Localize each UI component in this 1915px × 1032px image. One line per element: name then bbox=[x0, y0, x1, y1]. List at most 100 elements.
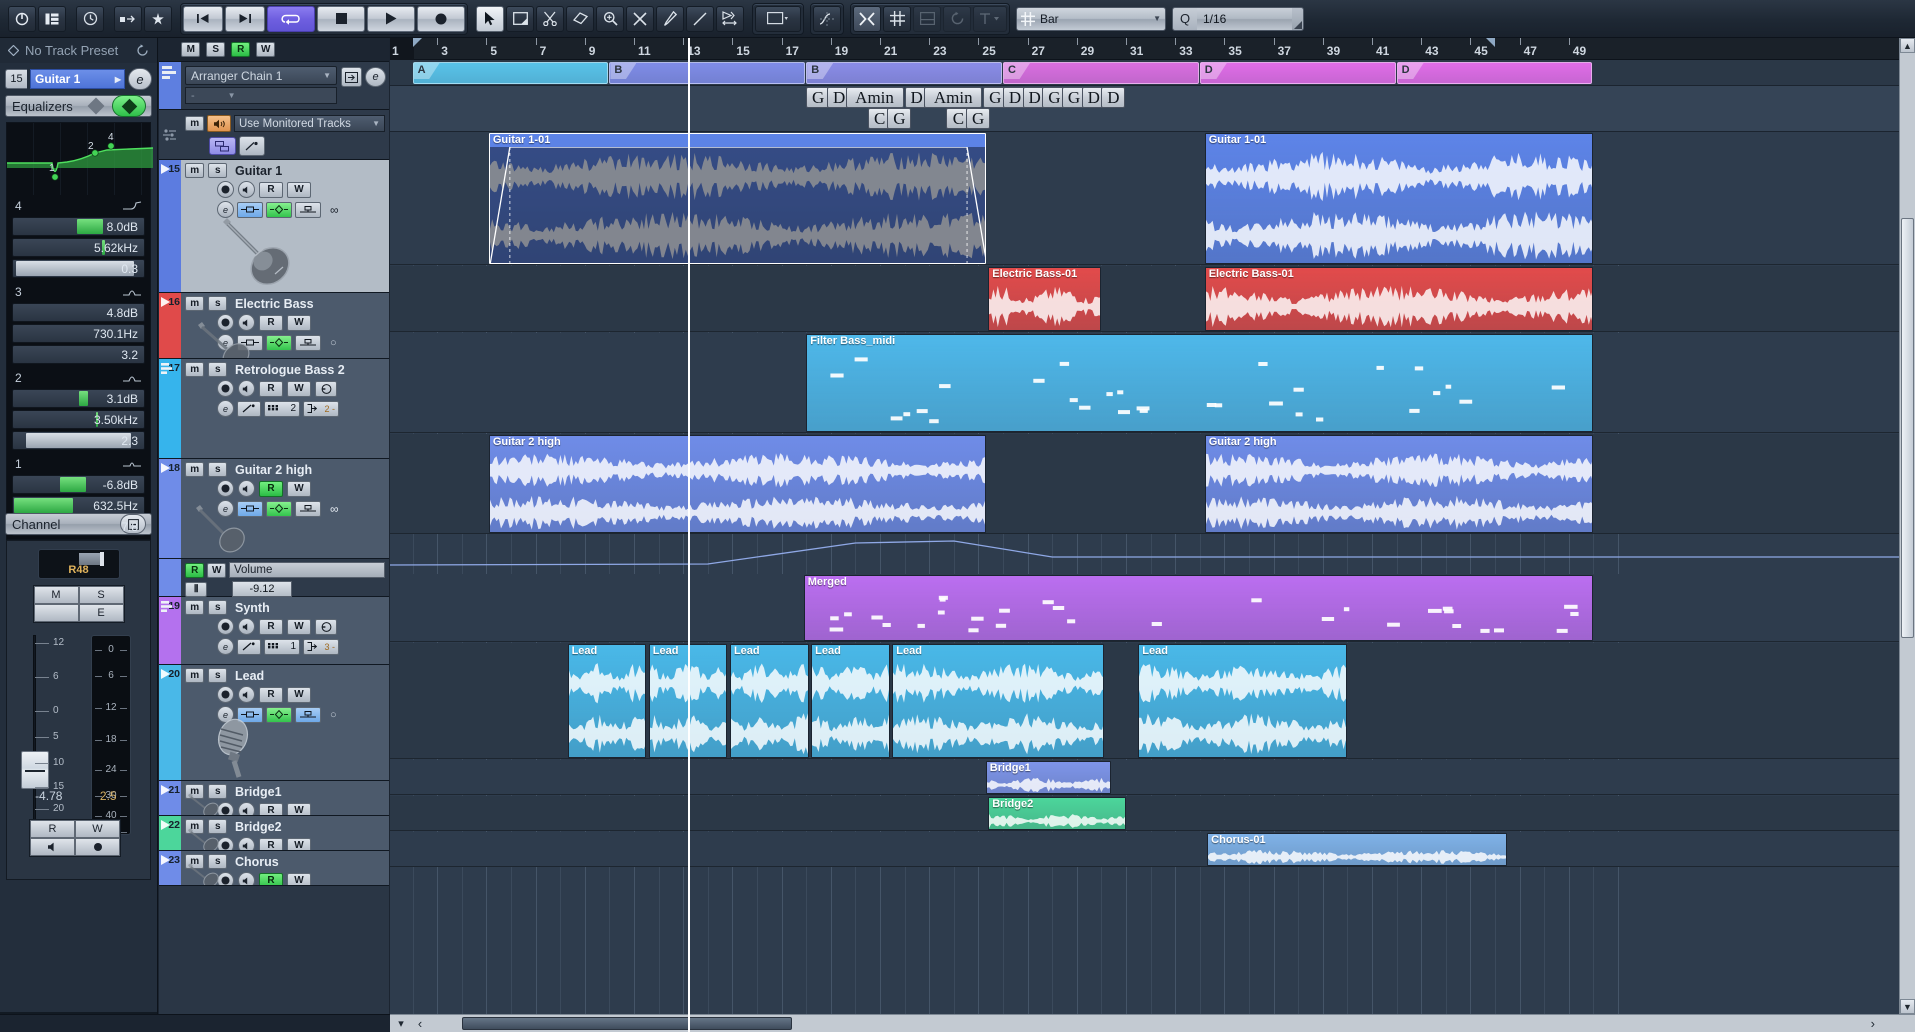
clip-audio[interactable]: Guitar 2 high bbox=[489, 435, 986, 533]
automation-lane-volume[interactable]: R W Volume ⦀ -9.12 bbox=[159, 559, 389, 597]
eq-freq-slider[interactable]: 3.50kHz bbox=[12, 410, 145, 429]
track-read-button[interactable]: R bbox=[259, 481, 283, 497]
track-write-button[interactable]: W bbox=[287, 481, 311, 497]
global-mute-button[interactable]: M bbox=[181, 42, 200, 57]
track-mute-button[interactable]: m bbox=[185, 462, 204, 477]
track-color-strip[interactable]: 17 bbox=[159, 359, 181, 458]
monitor-icon[interactable] bbox=[238, 802, 255, 816]
track-mute-button[interactable]: m bbox=[185, 362, 204, 377]
inserts-icon[interactable] bbox=[237, 707, 263, 723]
eq-gain-slider[interactable]: 3.1dB bbox=[12, 389, 145, 408]
inspector-edit-button[interactable]: e bbox=[128, 68, 152, 90]
inserts-icon[interactable] bbox=[237, 501, 263, 517]
midi-output-selector[interactable]: 3 - bbox=[303, 639, 339, 655]
track-read-button[interactable]: R bbox=[259, 873, 283, 887]
stop-button[interactable] bbox=[317, 6, 365, 32]
autoscroll-icon[interactable] bbox=[813, 6, 841, 32]
track-zoom-menu-icon[interactable]: ▾ bbox=[390, 1017, 412, 1030]
monitor-source-select[interactable]: Use Monitored Tracks ▼ bbox=[234, 115, 385, 132]
record-enable-icon[interactable] bbox=[217, 314, 234, 331]
track-write-button[interactable]: W bbox=[287, 619, 311, 635]
track-mute-button[interactable]: m bbox=[185, 296, 204, 311]
channel-blank-button[interactable] bbox=[34, 604, 79, 622]
track-write-button[interactable]: W bbox=[287, 687, 311, 703]
channel-edit-button[interactable]: E bbox=[79, 604, 124, 622]
split-scissors-tool[interactable] bbox=[536, 6, 564, 32]
automation-read-button[interactable]: R bbox=[30, 820, 75, 838]
track-color-strip[interactable]: 15 bbox=[159, 160, 181, 292]
glue-tool[interactable] bbox=[566, 6, 594, 32]
track-read-button[interactable]: R bbox=[259, 619, 283, 635]
track-color-strip[interactable]: 21 bbox=[159, 781, 181, 815]
star-icon[interactable] bbox=[144, 6, 172, 32]
track-header-synth[interactable]: 19 m s Synth R W e bbox=[159, 597, 389, 665]
eq-icon[interactable] bbox=[266, 202, 292, 218]
quantize-resize-grip[interactable] bbox=[1292, 8, 1303, 30]
clip-midi[interactable]: Merged bbox=[804, 575, 1594, 641]
arranger-event[interactable]: D bbox=[1200, 62, 1396, 84]
equalizers-section-header[interactable]: Equalizers bbox=[5, 95, 152, 117]
eq-gain-slider[interactable]: 4.8dB bbox=[12, 303, 145, 322]
clip-midi[interactable]: Filter Bass_midi bbox=[806, 334, 1593, 432]
channel-solo-button[interactable]: S bbox=[79, 586, 124, 604]
chord-symbol[interactable]: Amin bbox=[846, 87, 904, 108]
record-enable-icon[interactable] bbox=[217, 872, 234, 886]
range-selection-tool[interactable] bbox=[506, 6, 534, 32]
track-solo-button[interactable]: s bbox=[208, 668, 227, 683]
track-solo-button[interactable]: s bbox=[208, 854, 227, 869]
fade-handles[interactable] bbox=[490, 147, 985, 263]
clip-audio[interactable]: Lead bbox=[811, 644, 890, 758]
chord-symbol[interactable]: D bbox=[1101, 87, 1125, 108]
track-header-electric-bass[interactable]: 16 m s Electric Bass R W e bbox=[159, 293, 389, 359]
arranger-edit-button[interactable]: e bbox=[365, 67, 386, 87]
clip-audio[interactable]: Guitar 1-01 bbox=[489, 133, 986, 264]
reset-icon[interactable] bbox=[136, 44, 149, 57]
horizontal-scroll-thumb[interactable] bbox=[462, 1017, 792, 1030]
high-shelf-icon[interactable] bbox=[122, 200, 142, 212]
channel-mute-button[interactable]: M bbox=[34, 586, 79, 604]
track-read-button[interactable]: R bbox=[259, 687, 283, 703]
eq-curve-display[interactable]: 1 2 4 bbox=[7, 123, 150, 195]
track-header-chorus[interactable]: 23 m s Chorus R W bbox=[159, 851, 389, 886]
color-menu[interactable] bbox=[755, 6, 801, 32]
layers-icon[interactable] bbox=[209, 137, 236, 155]
record-enable-icon[interactable] bbox=[217, 480, 234, 497]
clip-audio[interactable]: Guitar 1-01 bbox=[1205, 133, 1594, 264]
track-lane[interactable] bbox=[390, 266, 1915, 332]
monitor-icon[interactable] bbox=[238, 837, 255, 851]
track-edit-button[interactable]: e bbox=[217, 500, 234, 517]
equalizers-bypass-button[interactable] bbox=[112, 95, 146, 117]
track-lane[interactable] bbox=[390, 832, 1915, 867]
play-tool[interactable] bbox=[716, 6, 744, 32]
midi-channel-selector[interactable]: 2 bbox=[264, 401, 300, 417]
track-color-strip[interactable]: 20 bbox=[159, 665, 181, 780]
eq-freq-slider[interactable]: 730.1Hz bbox=[12, 324, 145, 343]
sends-icon[interactable] bbox=[295, 707, 321, 723]
track-write-button[interactable]: W bbox=[287, 873, 311, 887]
monitor-icon[interactable] bbox=[238, 480, 255, 497]
left-locator-handle[interactable] bbox=[413, 38, 422, 47]
pen-icon[interactable] bbox=[237, 401, 261, 417]
global-solo-button[interactable]: S bbox=[206, 42, 225, 57]
scroll-down-arrow-icon[interactable]: ▼ bbox=[1900, 999, 1915, 1014]
go-to-end-button[interactable] bbox=[225, 6, 265, 32]
track-solo-button[interactable]: s bbox=[208, 462, 227, 477]
midi-instrument-icon[interactable] bbox=[315, 619, 337, 635]
track-preset-row[interactable]: No Track Preset bbox=[0, 38, 157, 63]
monitor-icon[interactable] bbox=[238, 380, 255, 397]
vertical-scroll-thumb[interactable] bbox=[1901, 218, 1914, 638]
eq-freq-slider[interactable]: 5.62kHz bbox=[12, 238, 145, 257]
track-mute-button[interactable]: m bbox=[185, 600, 204, 615]
track-write-button[interactable]: W bbox=[287, 315, 311, 331]
eq-gain-slider[interactable]: 8.0dB bbox=[12, 217, 145, 236]
line-tool[interactable] bbox=[686, 6, 714, 32]
global-read-button[interactable]: R bbox=[231, 42, 250, 57]
clip-audio[interactable]: Electric Bass-01 bbox=[1205, 267, 1594, 331]
jump-mode-icon[interactable] bbox=[341, 67, 362, 87]
track-solo-button[interactable]: s bbox=[208, 600, 227, 615]
arranger-event[interactable]: D bbox=[1397, 62, 1593, 84]
sends-icon[interactable] bbox=[295, 202, 321, 218]
clip-audio[interactable]: Electric Bass-01 bbox=[988, 267, 1101, 331]
zoom-tool[interactable] bbox=[596, 6, 624, 32]
clip-audio[interactable]: Guitar 2 high bbox=[1205, 435, 1594, 533]
